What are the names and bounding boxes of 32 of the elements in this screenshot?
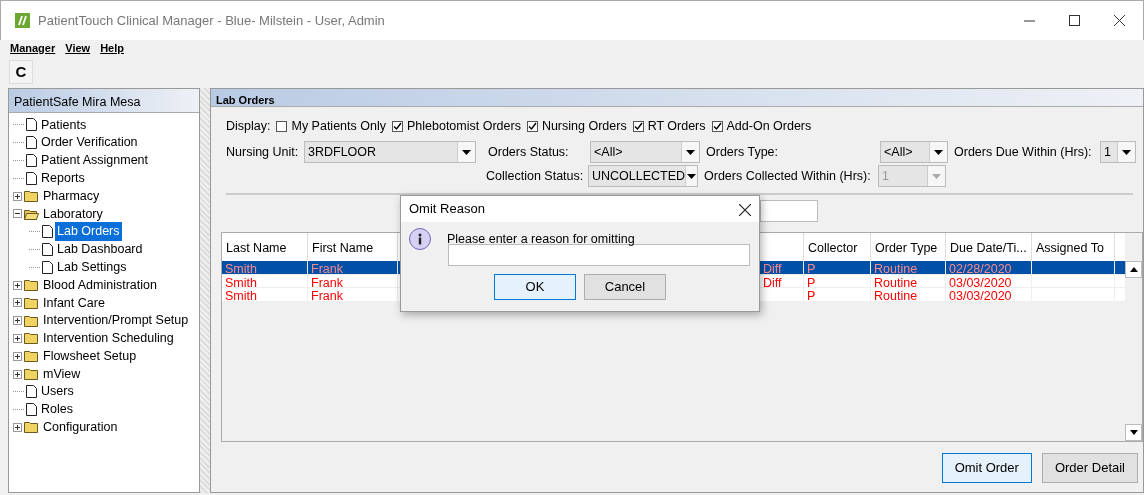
checkbox-label: Add-On Orders (726, 117, 812, 135)
dialog-title: Omit Reason (409, 200, 485, 219)
table-cell: Smith (222, 288, 308, 301)
table-cell: Frank (308, 288, 398, 301)
checkbox-label: Phlebotomist Orders (406, 117, 521, 135)
field-label: Orders Due Within (Hrs): (954, 143, 1093, 161)
window-title: PatientTouch Clinical Manager - Blue- Milstein - User, Admin (38, 11, 385, 30)
checkbox-label: Nursing Orders (541, 117, 627, 135)
field-label: Display: (226, 117, 271, 135)
table-cell: Routine (871, 288, 946, 301)
checkbox-label: RT Orders (647, 117, 706, 135)
table-cell: 03/03/2020 (946, 274, 1032, 287)
field-label: Nursing Unit: (226, 143, 298, 161)
field-label: Orders Collected Within (Hrs): (704, 167, 872, 185)
table-cell: Smith (222, 261, 308, 274)
field-label: Orders Status: (488, 143, 570, 161)
table-cell: 02/28/2020 (946, 261, 1032, 274)
field-label: Collection Status: (486, 167, 582, 185)
table-cell: Frank (308, 274, 398, 287)
table-cell: Frank (308, 261, 398, 274)
sidebar-title: PatientSafe Mira Mesa (9, 89, 199, 113)
table-cell: Routine (871, 274, 946, 287)
table-cell: P (804, 261, 871, 274)
panel-title: Lab Orders (211, 89, 1143, 107)
table-cell: P (804, 288, 871, 301)
dialog-message: Please enter a reason for omitting (447, 230, 635, 248)
table-cell: Routine (871, 261, 946, 274)
field-label: Orders Type: (706, 143, 780, 161)
table-cell: 03/03/2020 (946, 288, 1032, 301)
checkbox-label: My Patients Only (291, 117, 386, 135)
table-cell: Smith (222, 274, 308, 287)
table-cell: P (804, 274, 871, 287)
